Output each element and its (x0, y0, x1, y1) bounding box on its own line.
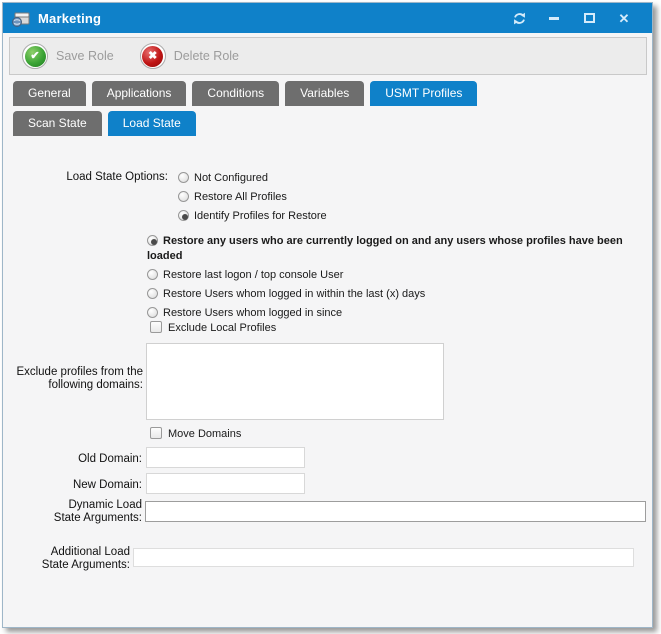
radio-label: Restore last logon / top console User (163, 269, 343, 281)
exclude-domains-label: Exclude profiles from the following doma… (11, 366, 143, 392)
tab-usmt-profiles[interactable]: USMT Profiles (370, 81, 477, 106)
tab-conditions[interactable]: Conditions (192, 81, 279, 106)
load-state-options-label: Load State Options: (3, 171, 168, 184)
radio-restore-logged-on-users[interactable]: Restore any users who are currently logg… (147, 234, 649, 264)
radio-restore-all-profiles[interactable]: Restore All Profiles (178, 188, 327, 207)
radio-icon (178, 191, 189, 202)
maximize-icon[interactable] (581, 10, 597, 26)
move-domains-checkbox[interactable]: Move Domains (150, 427, 241, 440)
new-domain-input[interactable] (146, 473, 305, 494)
tab-load-state[interactable]: Load State (108, 111, 196, 136)
tab-scan-state[interactable]: Scan State (13, 111, 102, 136)
window-title: Marketing (38, 11, 101, 26)
save-role-label: Save Role (56, 49, 114, 63)
exclude-local-profiles-checkbox[interactable]: Exclude Local Profiles (150, 321, 276, 334)
marketing-window: Marketing ✕ ✔ Save Role ✖ (2, 2, 653, 628)
radio-icon (147, 235, 158, 246)
radio-icon (147, 307, 158, 318)
radio-label: Restore Users whom logged in since (163, 307, 342, 319)
checkbox-icon (150, 427, 162, 439)
radio-icon (147, 288, 158, 299)
radio-restore-last-logon[interactable]: Restore last logon / top console User (147, 268, 649, 283)
radio-label: Not Configured (194, 172, 268, 184)
window-controls: ✕ (511, 10, 644, 26)
save-role-button[interactable]: ✔ Save Role (22, 43, 114, 69)
old-domain-input[interactable] (146, 447, 305, 468)
radio-label: Restore All Profiles (194, 191, 287, 203)
save-check-icon: ✔ (22, 43, 48, 69)
restore-options-group: Restore any users who are currently logg… (147, 234, 649, 325)
old-domain-label: Old Domain: (3, 453, 142, 466)
delete-role-label: Delete Role (174, 49, 239, 63)
tab-variables[interactable]: Variables (285, 81, 364, 106)
delete-role-button[interactable]: ✖ Delete Role (140, 43, 239, 69)
radio-icon (178, 210, 189, 221)
close-icon[interactable]: ✕ (616, 10, 632, 26)
exclude-domains-textarea[interactable] (146, 343, 444, 420)
radio-icon (147, 269, 158, 280)
secondary-tab-row: Scan State Load State (13, 111, 196, 136)
radio-icon (178, 172, 189, 183)
load-state-options-group: Not Configured Restore All Profiles Iden… (178, 169, 327, 226)
checkbox-label: Move Domains (168, 428, 241, 440)
dynamic-load-state-arguments-input[interactable] (145, 501, 646, 522)
additional-args-label: Additional Load State Arguments: (29, 546, 130, 572)
refresh-icon[interactable] (511, 10, 527, 26)
delete-x-icon: ✖ (140, 43, 166, 69)
checkbox-icon (150, 321, 162, 333)
radio-restore-last-x-days[interactable]: Restore Users whom logged in within the … (147, 287, 649, 302)
additional-load-state-arguments-input[interactable] (133, 548, 634, 567)
checkbox-label: Exclude Local Profiles (168, 322, 276, 334)
radio-not-configured[interactable]: Not Configured (178, 169, 327, 188)
title-bar: Marketing ✕ (3, 3, 652, 33)
new-domain-label: New Domain: (3, 479, 142, 492)
radio-label: Restore Users whom logged in within the … (163, 288, 425, 300)
minimize-icon[interactable] (546, 10, 562, 26)
primary-tab-row: General Applications Conditions Variable… (13, 81, 477, 106)
radio-label: Identify Profiles for Restore (194, 210, 327, 222)
radio-restore-since[interactable]: Restore Users whom logged in since (147, 306, 649, 321)
tab-applications[interactable]: Applications (92, 81, 187, 106)
app-icon (11, 10, 31, 27)
toolbar: ✔ Save Role ✖ Delete Role (9, 37, 647, 75)
radio-label: Restore any users who are currently logg… (147, 235, 623, 262)
radio-identify-profiles[interactable]: Identify Profiles for Restore (178, 207, 327, 226)
tab-general[interactable]: General (13, 81, 86, 106)
dynamic-args-label: Dynamic Load State Arguments: (41, 499, 142, 525)
